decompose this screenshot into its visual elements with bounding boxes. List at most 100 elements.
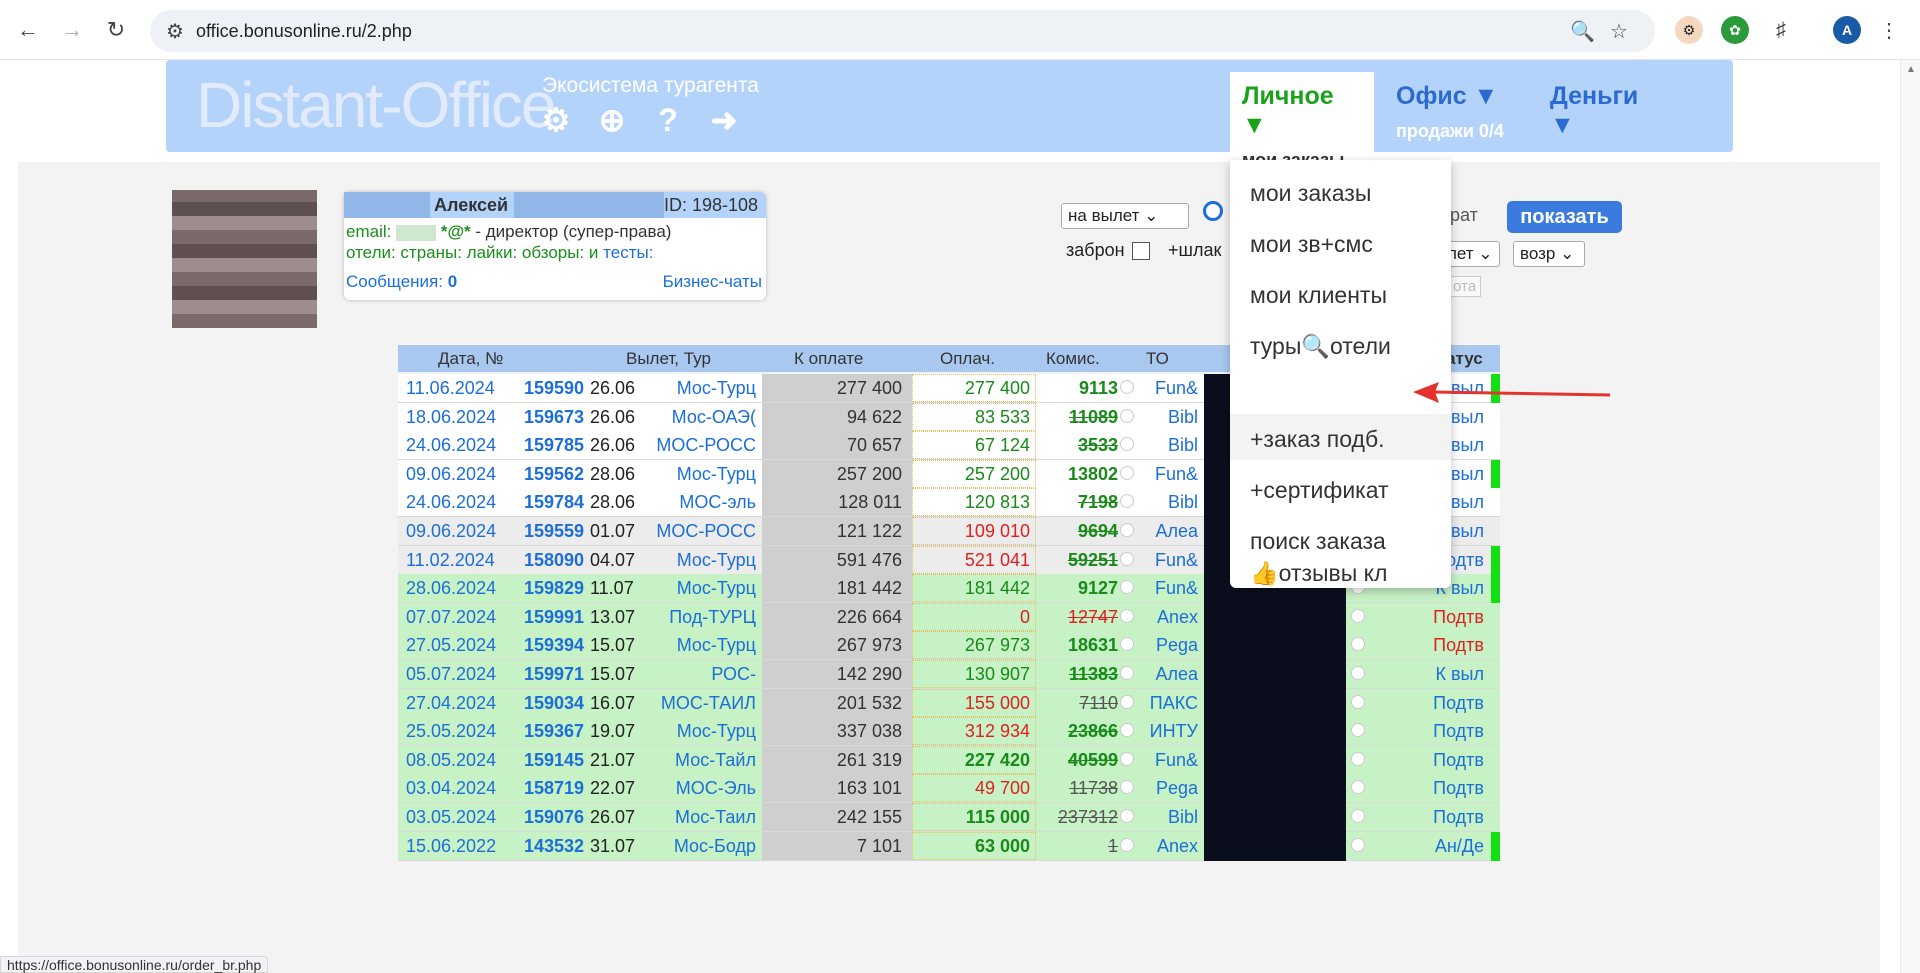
tour-operator[interactable]: Pega	[1142, 635, 1198, 656]
order-status[interactable]: Подтв	[1414, 750, 1484, 771]
tour-name[interactable]: МОС-эль	[656, 492, 756, 513]
order-date[interactable]: 27.05.2024	[406, 635, 496, 656]
tour-name[interactable]: Под-ТУРЦ	[656, 607, 756, 628]
table-row[interactable]: 27.05.2024 159394 15.07 Мос-Турц 267 973 267 …	[398, 631, 1500, 661]
order-date[interactable]: 24.06.2024	[406, 435, 496, 456]
order-number[interactable]: 159394	[524, 635, 584, 656]
order-date[interactable]: 18.06.2024	[406, 407, 496, 428]
tour-operator[interactable]: Bibl	[1142, 435, 1198, 456]
order-date[interactable]: 28.06.2024	[406, 578, 496, 599]
departure-select[interactable]: на вылет ⌄	[1061, 203, 1189, 229]
user-links[interactable]: отели: страны: лайки: обзоры: и	[346, 243, 598, 262]
status-dot[interactable]	[1120, 780, 1134, 795]
order-date[interactable]: 09.06.2024	[406, 464, 496, 485]
tour-operator[interactable]: Алеа	[1142, 664, 1198, 685]
order-number[interactable]: 159784	[524, 492, 584, 513]
dd-tours-hotels[interactable]: туры🔍отели	[1250, 333, 1391, 360]
order-date[interactable]: 03.04.2024	[406, 778, 496, 799]
menu-money[interactable]: Деньги ▼ моя касса	[1538, 72, 1678, 170]
status-dot[interactable]	[1120, 608, 1134, 623]
col-to-pay[interactable]: К оплате	[794, 349, 863, 369]
tour-operator[interactable]: Fun&	[1142, 378, 1198, 399]
tour-name[interactable]: МОС-РОСС	[656, 435, 756, 456]
dd-my-orders[interactable]: мои заказы	[1250, 180, 1371, 207]
zoom-in-icon[interactable]: ⊕	[594, 102, 630, 138]
order-status[interactable]: Подтв	[1414, 635, 1484, 656]
order-number[interactable]: 159034	[524, 693, 584, 714]
status-dot[interactable]	[1351, 666, 1365, 680]
status-dot[interactable]	[1120, 666, 1134, 680]
tour-operator[interactable]: Bibl	[1142, 407, 1198, 428]
show-button[interactable]: показать	[1507, 201, 1622, 233]
tour-operator[interactable]: Fun&	[1142, 578, 1198, 599]
status-dot[interactable]	[1120, 637, 1134, 652]
help-icon[interactable]: ?	[650, 102, 686, 138]
table-row[interactable]: 07.07.2024 159991 13.07 Под-ТУРЦ 226 664 0 127…	[398, 602, 1500, 632]
tour-name[interactable]: РОС-	[656, 664, 756, 685]
tour-name[interactable]: Мос-Турц	[656, 635, 756, 656]
status-dot[interactable]	[1120, 751, 1134, 766]
col-paid[interactable]: Оплач.	[940, 349, 995, 369]
tour-name[interactable]: Мос-Турц	[656, 721, 756, 742]
tour-name[interactable]: Мос-Турц	[656, 550, 756, 571]
col-status[interactable]: атус	[1446, 349, 1483, 369]
tour-name[interactable]: Мос-Таил	[656, 807, 756, 828]
order-number[interactable]: 159367	[524, 721, 584, 742]
col-operator[interactable]: ТО	[1146, 349, 1169, 369]
col-departure[interactable]: Вылет, Тур	[626, 349, 711, 369]
business-chats-link[interactable]: Бизнес-чаты	[663, 272, 762, 292]
order-status[interactable]: Ан/Де	[1414, 836, 1484, 857]
tour-operator[interactable]: Алеа	[1142, 521, 1198, 542]
tour-name[interactable]: Мос-ОАЭ(	[656, 407, 756, 428]
status-dot[interactable]	[1351, 780, 1365, 795]
order-date[interactable]: 08.05.2024	[406, 750, 496, 771]
bookmark-star-icon[interactable]: ☆	[1610, 19, 1628, 44]
status-dot[interactable]	[1351, 723, 1365, 738]
dd-my-clients[interactable]: мои клиенты	[1250, 282, 1387, 309]
order-date[interactable]: 24.06.2024	[406, 492, 496, 513]
table-row[interactable]: 15.06.2022 143532 31.07 Мос-Бодр 7 101 63 000…	[398, 831, 1500, 861]
extensions-puzzle-icon[interactable]: ♯	[1767, 16, 1795, 44]
site-logo[interactable]: Distant-Office	[196, 68, 556, 142]
col-commission[interactable]: Комис.	[1046, 349, 1100, 369]
table-row[interactable]: 08.05.2024 159145 21.07 Мос-Тайл 261 319 227 …	[398, 745, 1500, 775]
tour-operator[interactable]: Fun&	[1142, 750, 1198, 771]
logout-icon[interactable]: ➜	[706, 102, 742, 138]
order-date[interactable]: 27.04.2024	[406, 693, 496, 714]
order-date[interactable]: 05.07.2024	[406, 664, 496, 685]
status-dot[interactable]	[1120, 465, 1134, 480]
order-status[interactable]: Подтв	[1414, 693, 1484, 714]
menu-personal[interactable]: Личное ▼ мои заказы	[1230, 72, 1374, 170]
profile-avatar[interactable]: A	[1833, 16, 1861, 44]
status-dot[interactable]	[1120, 837, 1134, 852]
menu-money-title[interactable]: Деньги ▼	[1550, 82, 1666, 140]
departure-radio[interactable]	[1203, 201, 1223, 221]
order-status[interactable]: Подтв	[1414, 807, 1484, 828]
zoom-icon[interactable]: 🔍	[1570, 19, 1595, 44]
tour-name[interactable]: Мос-Тайл	[656, 750, 756, 771]
date-field[interactable]: ота	[1448, 276, 1482, 297]
extension-leaf-icon[interactable]: ✿	[1721, 16, 1749, 44]
status-dot[interactable]	[1351, 837, 1365, 852]
status-dot[interactable]	[1351, 809, 1365, 823]
order-status[interactable]: Подтв	[1414, 721, 1484, 742]
menu-office-sub[interactable]: продажи 0/4	[1396, 121, 1512, 142]
status-dot[interactable]	[1120, 523, 1134, 537]
dd-add-order-selection[interactable]: +заказ подб.	[1250, 426, 1385, 453]
tour-name[interactable]: МОС-ТАИЛ	[656, 693, 756, 714]
tour-operator[interactable]: ПАКС	[1142, 693, 1198, 714]
tour-operator[interactable]: Fun&	[1142, 550, 1198, 571]
status-dot[interactable]	[1120, 809, 1134, 823]
order-number[interactable]: 158719	[524, 778, 584, 799]
dd-my-calls-sms[interactable]: мои зв+смс	[1250, 231, 1373, 258]
status-dot[interactable]	[1351, 751, 1365, 766]
table-row[interactable]: 03.05.2024 159076 26.07 Мос-Таил 242 155 115 …	[398, 803, 1500, 832]
tour-operator[interactable]: Pega	[1142, 778, 1198, 799]
order-number[interactable]: 159590	[524, 378, 584, 399]
status-dot[interactable]	[1120, 580, 1134, 595]
order-number[interactable]: 159991	[524, 607, 584, 628]
tour-name[interactable]: МОС-РОСС	[656, 521, 756, 542]
status-dot[interactable]	[1120, 694, 1134, 709]
order-date[interactable]: 11.02.2024	[406, 550, 495, 571]
status-dot[interactable]	[1351, 637, 1365, 652]
